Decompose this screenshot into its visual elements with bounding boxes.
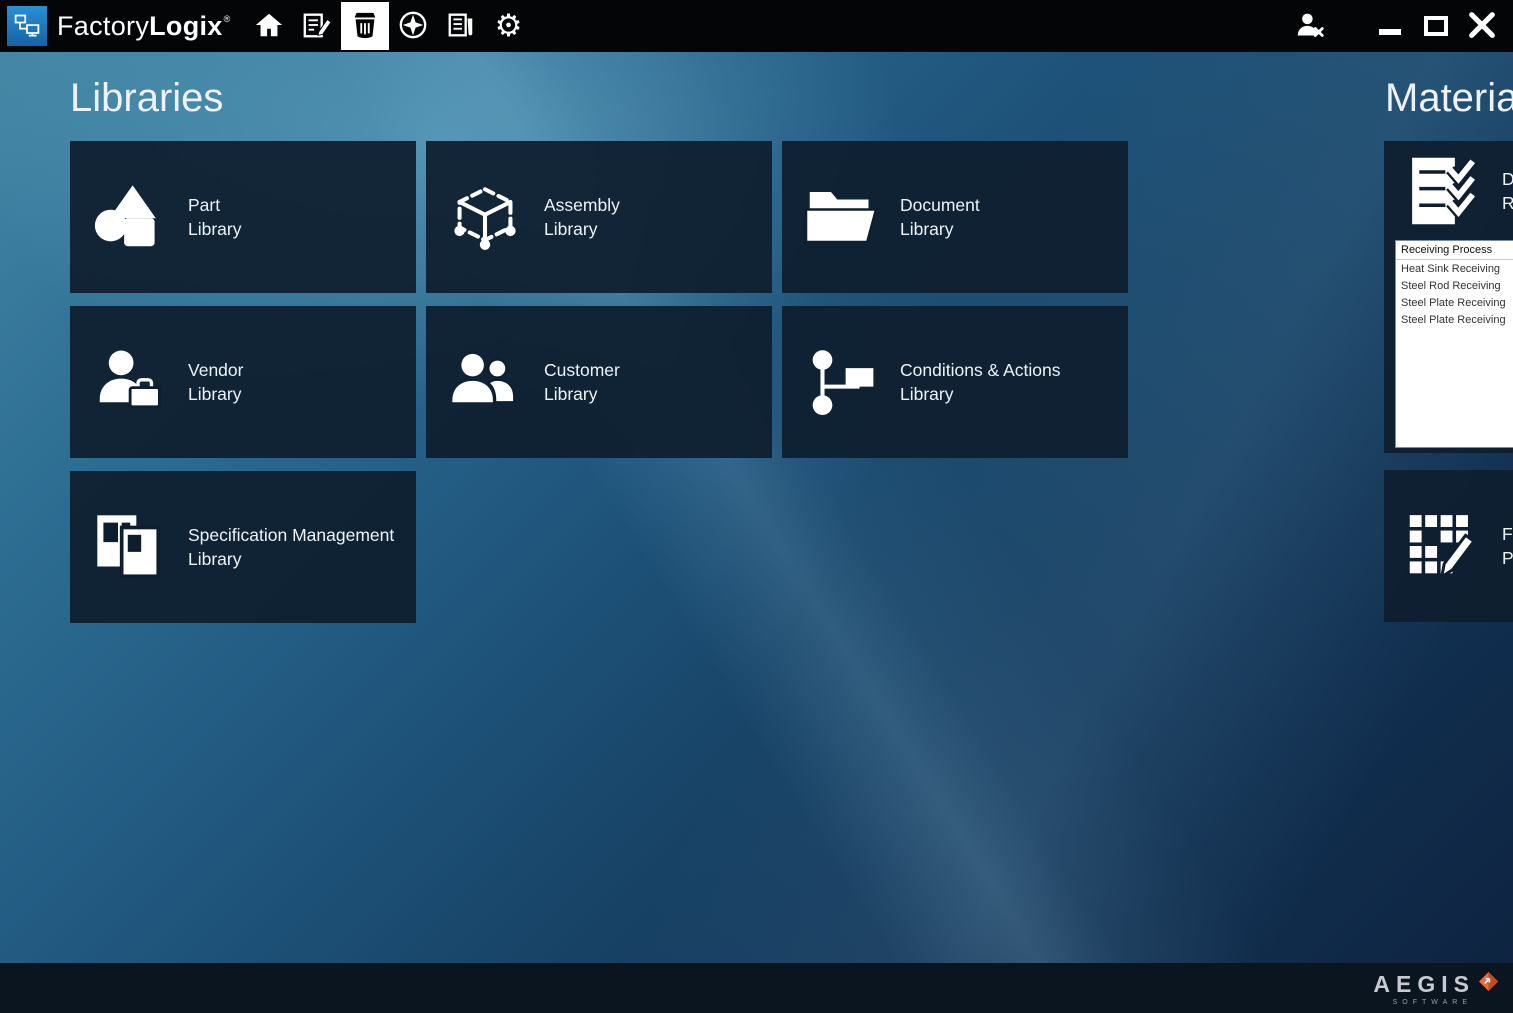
tile-part-library[interactable]: Part Library [70, 141, 416, 293]
conditions-actions-flowchart-icon [782, 345, 900, 419]
libraries-grid: Part Library Assembly [70, 141, 1128, 623]
aegis-arrow-icon [1478, 971, 1499, 997]
tile-label-line1: Document [900, 193, 980, 217]
tile-label-line1: Vendor [188, 358, 243, 382]
tile-label-line2: Library [900, 382, 1061, 406]
tile-assembly-library[interactable]: Assembly Library [426, 141, 772, 293]
tile-label-line2: Library [188, 382, 243, 406]
main-area: Libraries Materials Part Library [0, 52, 1513, 963]
close-icon [1467, 10, 1497, 43]
document-folder-icon [782, 177, 900, 257]
brand-part1: Factory [57, 11, 149, 42]
maximize-button[interactable] [1413, 1, 1459, 51]
compass-button[interactable] [389, 2, 437, 50]
titlebar-nav: ⚙ [245, 0, 533, 52]
tile-label-line1: Part [188, 193, 242, 217]
materials-planner-tile[interactable]: F P [1384, 470, 1513, 622]
maximize-icon [1424, 16, 1448, 36]
vendor-person-icon [70, 346, 188, 418]
registered-mark: ® [224, 14, 231, 24]
home-icon [254, 10, 284, 43]
tile-customer-library[interactable]: Customer Library [426, 306, 772, 458]
receiving-list-header: Receiving Process [1396, 241, 1513, 260]
compose-document-icon [302, 10, 332, 43]
list-item[interactable]: Steel Plate Receiving [1396, 294, 1513, 311]
tile-label-line1: Specification Management [188, 523, 394, 547]
app-title: FactoryLogix® [57, 11, 231, 42]
tile-label-line2: Library [544, 382, 620, 406]
minimize-button[interactable] [1367, 1, 1413, 51]
tile-label-line1: Assembly [544, 193, 620, 217]
tile-vendor-library[interactable]: Vendor Library [70, 306, 416, 458]
window-controls [1287, 1, 1505, 51]
receiving-checklist-icon [1384, 153, 1502, 229]
aegis-logo: AEGIS SOFTWARE [1373, 971, 1499, 1006]
tile-label-line1: Customer [544, 358, 620, 382]
customer-people-icon [426, 346, 544, 418]
footer-bar: AEGIS SOFTWARE [0, 963, 1513, 1013]
tile-document-library[interactable]: Document Library [782, 141, 1128, 293]
tile-label-line1: Conditions & Actions [900, 358, 1061, 382]
logout-user-button[interactable] [1287, 1, 1333, 51]
grid-pencil-icon [1384, 508, 1502, 584]
settings-gear-icon: ⚙ [495, 11, 523, 42]
part-shapes-icon [70, 178, 188, 256]
list-item[interactable]: Heat Sink Receiving [1396, 260, 1513, 277]
tile-label-line2: Library [900, 217, 980, 241]
compose-button[interactable] [293, 2, 341, 50]
aegis-brand-text: AEGIS [1373, 973, 1475, 996]
tile-specification-management-library[interactable]: Specification Management Library [70, 471, 416, 623]
libraries-button[interactable] [341, 2, 389, 50]
tile-label-line2: Library [544, 217, 620, 241]
settings-button[interactable]: ⚙ [485, 2, 533, 50]
tile-label-line1: D [1502, 167, 1513, 191]
tile-label-line2: R [1502, 191, 1513, 215]
tile-label-line2: Library [188, 547, 394, 571]
tile-label-line2: Library [188, 217, 242, 241]
minimize-icon [1379, 29, 1401, 35]
logout-user-icon [1296, 11, 1324, 42]
tile-label-line1: F [1502, 522, 1513, 546]
list-item[interactable]: Steel Plate Receiving [1396, 311, 1513, 328]
materials-receiving-tile[interactable]: D R Receiving Process Heat Sink Receivin… [1384, 141, 1513, 453]
home-button[interactable] [245, 2, 293, 50]
list-item[interactable]: Steel Rod Receiving [1396, 277, 1513, 294]
titlebar: FactoryLogix® [0, 0, 1513, 52]
factorylogix-logo-icon [7, 6, 47, 46]
materials-heading: Materials [1385, 76, 1513, 121]
close-button[interactable] [1459, 1, 1505, 51]
brand-part2: Logix [149, 11, 223, 42]
reports-button[interactable] [437, 2, 485, 50]
libraries-icon [350, 10, 380, 43]
libraries-heading: Libraries [70, 76, 223, 121]
tile-conditions-actions-library[interactable]: Conditions & Actions Library [782, 306, 1128, 458]
aegis-tagline: SOFTWARE [1393, 999, 1472, 1006]
specification-management-icon [70, 508, 188, 586]
compass-icon [398, 10, 428, 43]
tile-label-line2: P [1502, 546, 1513, 570]
receiving-process-list[interactable]: Receiving Process Heat Sink Receiving St… [1395, 240, 1513, 448]
reports-icon [446, 10, 476, 43]
assembly-cube-icon [426, 180, 544, 254]
